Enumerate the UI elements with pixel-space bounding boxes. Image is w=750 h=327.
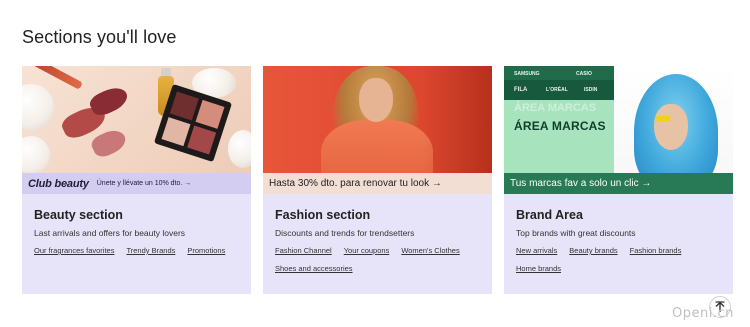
card-title: Fashion section	[275, 208, 371, 222]
link-your-coupons[interactable]: Your coupons	[344, 246, 390, 255]
beauty-banner-strip[interactable]: Club beauty Únete y llévate un 10% dto. …	[22, 173, 251, 194]
area-marcas-heading: ÁREA MARCAS	[514, 119, 606, 133]
fashion-banner-text: Hasta 30% dto. para renovar tu look →	[269, 178, 442, 189]
link-fragrances-favorites[interactable]: Our fragrances favorites	[34, 246, 114, 255]
link-shoes-accessories[interactable]: Shoes and accessories	[275, 264, 353, 273]
link-womens-clothes[interactable]: Women's Clothes	[401, 246, 459, 255]
beauty-banner-text: Únete y llévate un 10% dto. →	[96, 180, 192, 187]
isdin-logo: ISDIN	[584, 87, 598, 93]
fashion-banner-strip[interactable]: Hasta 30% dto. para renovar tu look →	[263, 173, 492, 194]
card-title: Beauty section	[34, 208, 123, 222]
club-beauty-logo: Club beauty	[28, 177, 89, 190]
link-new-arrivals[interactable]: New arrivals	[516, 246, 557, 255]
link-beauty-brands[interactable]: Beauty brands	[569, 246, 617, 255]
card-title: Brand Area	[516, 208, 583, 222]
brand-area-card[interactable]: SAMSUNG CASIO FILA L'ORÉAL ISDIN ÁREA MA…	[504, 66, 733, 294]
fila-logo: FILA	[514, 87, 528, 93]
card-description: Discounts and trends for trendsetters	[275, 228, 415, 238]
link-home-brands[interactable]: Home brands	[516, 264, 561, 273]
samsung-logo: SAMSUNG	[514, 71, 540, 77]
fashion-section-card[interactable]: Hasta 30% dto. para renovar tu look → Fa…	[263, 66, 492, 294]
area-marcas-ghost: ÁREA MARCAS	[514, 102, 597, 114]
card-description: Last arrivals and offers for beauty love…	[34, 228, 186, 238]
loreal-logo: L'ORÉAL	[546, 87, 568, 93]
link-fashion-brands[interactable]: Fashion brands	[630, 246, 682, 255]
beauty-section-card[interactable]: Club beauty Únete y llévate un 10% dto. …	[22, 66, 251, 294]
link-trendy-brands[interactable]: Trendy Brands	[126, 246, 175, 255]
casio-logo: CASIO	[576, 71, 592, 77]
brand-area-banner-text: Tus marcas fav a solo un clic →	[510, 178, 652, 189]
watermark: Openi.cn	[672, 306, 734, 321]
section-title: Sections you'll love	[22, 27, 177, 47]
link-fashion-channel[interactable]: Fashion Channel	[275, 246, 332, 255]
card-description: Top brands with great discounts	[516, 228, 636, 238]
link-promotions[interactable]: Promotions	[187, 246, 225, 255]
brand-area-banner-strip[interactable]: Tus marcas fav a solo un clic →	[504, 173, 733, 194]
